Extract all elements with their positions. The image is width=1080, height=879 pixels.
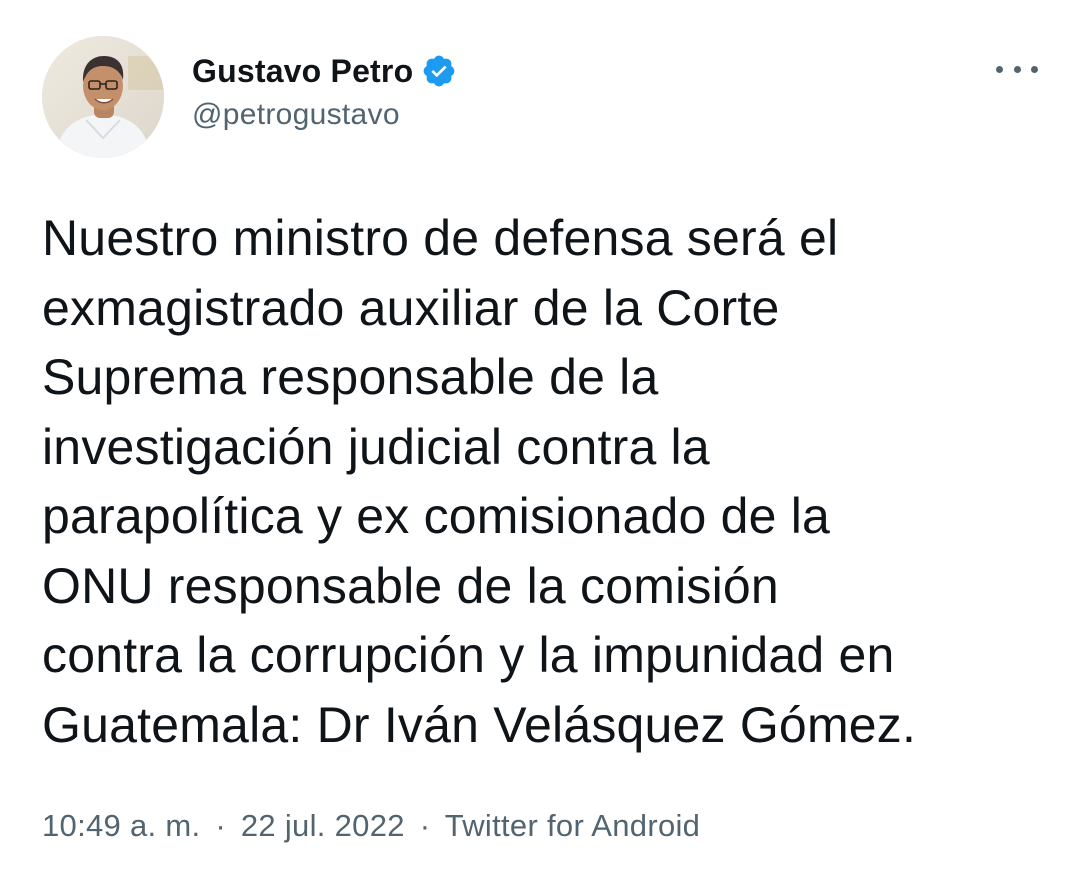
tweet-text-line: investigación judicial contra la [42, 418, 710, 475]
tweet-metadata: 10:49 a. m. · 22 jul. 2022 · Twitter for… [42, 808, 700, 844]
more-dot [1031, 65, 1038, 73]
tweet-text-line: ONU responsable de la comisión [42, 557, 779, 614]
meta-separator: · [419, 808, 431, 843]
tweet-text-line: Suprema responsable de la [42, 349, 659, 405]
tweet-text-line: parapolítica y ex comisionado de la [42, 488, 831, 544]
avatar[interactable] [42, 36, 164, 158]
tweet-text: Nuestro ministro de defensa será el exma… [42, 204, 1052, 760]
tweet-time[interactable]: 10:49 a. m. [42, 808, 200, 843]
tweet-text-line: exmagistrado auxiliar de la Corte [42, 279, 780, 336]
author-name-row: Gustavo Petro [192, 48, 457, 94]
profile-photo [42, 36, 164, 158]
tweet-date[interactable]: 22 jul. 2022 [241, 808, 405, 843]
author-display-name[interactable]: Gustavo Petro [192, 53, 413, 90]
more-dot [996, 65, 1003, 73]
verified-badge-icon [421, 53, 457, 89]
more-dot [1013, 65, 1021, 73]
tweet-text-line: Guatemala: Dr Iván Velásquez Gómez. [42, 696, 917, 753]
tweet-source[interactable]: Twitter for Android [445, 808, 701, 843]
meta-separator: · [215, 808, 226, 843]
tweet-card: Gustavo Petro @petrogustavo Nuestro mini… [0, 0, 1080, 879]
tweet-text-line: contra la corrupción y la impunidad en [42, 627, 895, 683]
author-handle[interactable]: @petrogustavo [192, 98, 400, 132]
more-options-icon[interactable] [996, 52, 1038, 86]
tweet-text-line: Nuestro ministro de defensa será el [42, 210, 839, 266]
